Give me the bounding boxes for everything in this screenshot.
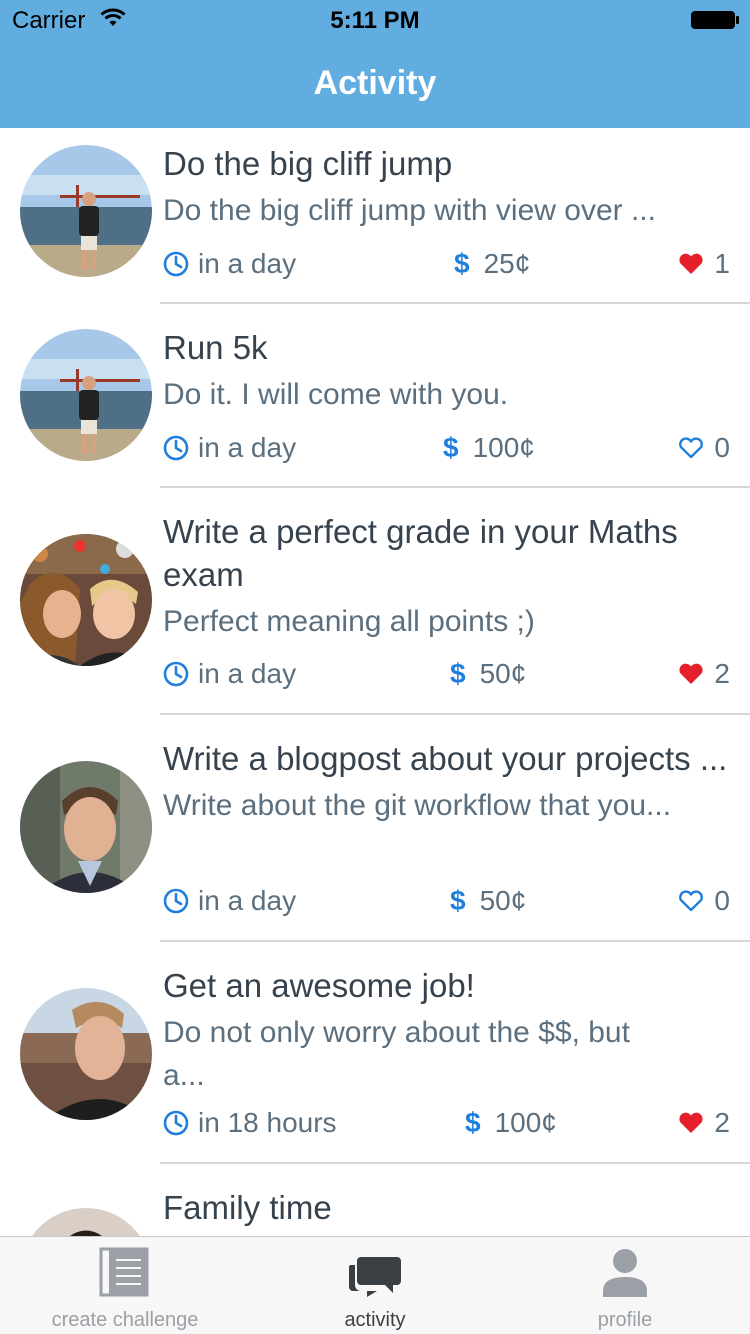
activity-item[interactable]: Write a blogpost about your projects ...… <box>0 723 750 950</box>
navigation-bar: Carrier 5:11 PM Activity <box>0 0 750 128</box>
avatar <box>20 534 152 666</box>
activity-item[interactable]: Write a perfect grade in your Maths exam… <box>0 496 750 723</box>
dollar-icon: $ <box>450 885 466 916</box>
like-button[interactable]: 0 <box>678 432 730 464</box>
item-deadline: in 18 hours <box>163 1107 337 1139</box>
avatar <box>20 329 152 461</box>
item-description: Do the big cliff jump with view over ... <box>163 194 656 227</box>
item-description: Do not only worry about the $$, but a... <box>163 1016 630 1092</box>
item-price: $ 100¢ <box>443 432 535 464</box>
price-text: 25¢ <box>483 248 531 279</box>
heart-filled-icon <box>679 253 703 274</box>
person-icon <box>603 1249 647 1297</box>
tab-create-challenge[interactable]: create challenge <box>0 1237 250 1334</box>
like-button[interactable]: 1 <box>678 248 730 280</box>
clock-icon <box>163 435 189 461</box>
like-count: 2 <box>714 1107 730 1138</box>
clock-icon <box>163 251 189 277</box>
tab-label: create challenge <box>51 1309 199 1331</box>
item-price: $ 50¢ <box>450 885 526 917</box>
tab-label: profile <box>597 1309 653 1331</box>
activity-item[interactable]: Get an awesome job! Do not only worry ab… <box>0 950 750 1172</box>
price-text: 50¢ <box>479 885 527 916</box>
status-bar: Carrier 5:11 PM <box>0 0 750 40</box>
item-deadline: in a day <box>163 248 296 280</box>
activity-item[interactable]: Do the big cliff jump Do the big cliff j… <box>0 128 750 312</box>
item-price: $ 50¢ <box>450 658 526 690</box>
activity-item[interactable]: Run 5k Do it. I will come with you. in a… <box>0 312 750 496</box>
item-deadline: in a day <box>163 658 296 690</box>
item-title: Write a blogpost about your projects ... <box>163 740 728 777</box>
battery-icon <box>690 10 740 30</box>
row-divider <box>160 486 750 488</box>
deadline-text: in 18 hours <box>198 1107 337 1138</box>
activity-item[interactable]: Family time <box>0 1172 750 1236</box>
like-button[interactable]: 2 <box>678 658 730 690</box>
clock-icon <box>163 888 189 914</box>
chat-bubbles-icon <box>349 1257 401 1297</box>
dollar-icon: $ <box>465 1107 481 1138</box>
avatar <box>20 145 152 277</box>
row-divider <box>160 713 750 715</box>
item-description: Do it. I will come with you. <box>163 378 509 411</box>
tab-bar: create challenge activity profile <box>0 1236 750 1334</box>
heart-outline-icon <box>679 437 704 459</box>
page-title: Activity <box>313 64 437 102</box>
price-text: 100¢ <box>472 432 535 463</box>
item-title: Family time <box>163 1189 332 1226</box>
dollar-icon: $ <box>450 658 466 689</box>
activity-list[interactable]: Do the big cliff jump Do the big cliff j… <box>0 128 750 1236</box>
like-button[interactable]: 2 <box>678 1107 730 1139</box>
status-time: 5:11 PM <box>330 7 420 34</box>
row-divider <box>160 940 750 942</box>
price-text: 50¢ <box>479 658 527 689</box>
clock-icon <box>163 661 189 687</box>
item-description: Write about the git workflow that you... <box>163 789 672 822</box>
item-title: Get an awesome job! <box>163 967 475 1004</box>
tab-label: activity <box>344 1309 406 1331</box>
heart-outline-icon <box>679 890 704 912</box>
item-deadline: in a day <box>163 885 296 917</box>
deadline-text: in a day <box>198 248 297 279</box>
avatar <box>20 761 152 893</box>
deadline-text: in a day <box>198 432 297 463</box>
item-price: $ 25¢ <box>454 248 530 280</box>
row-divider <box>160 302 750 304</box>
clock-icon <box>163 1110 189 1136</box>
like-count: 1 <box>714 248 730 279</box>
dollar-icon: $ <box>443 432 459 463</box>
heart-filled-icon <box>679 663 703 684</box>
dollar-icon: $ <box>454 248 470 279</box>
like-count: 0 <box>714 432 730 463</box>
tab-profile[interactable]: profile <box>500 1237 750 1334</box>
item-title: Do the big cliff jump <box>163 145 453 182</box>
item-deadline: in a day <box>163 432 296 464</box>
avatar <box>20 988 152 1120</box>
tab-activity[interactable]: activity <box>250 1237 500 1334</box>
item-description: Perfect meaning all points ;) <box>163 605 535 638</box>
item-price: $ 100¢ <box>465 1107 557 1139</box>
avatar <box>20 1208 152 1236</box>
like-count: 2 <box>714 658 730 689</box>
deadline-text: in a day <box>198 658 297 689</box>
price-text: 100¢ <box>494 1107 557 1138</box>
like-button[interactable]: 0 <box>678 885 730 917</box>
like-count: 0 <box>714 885 730 916</box>
deadline-text: in a day <box>198 885 297 916</box>
notepad-icon <box>99 1247 149 1297</box>
heart-filled-icon <box>679 1112 703 1133</box>
row-divider <box>160 1162 750 1164</box>
item-title: Write a perfect grade in your Maths exam <box>163 513 678 593</box>
item-title: Run 5k <box>163 329 268 366</box>
